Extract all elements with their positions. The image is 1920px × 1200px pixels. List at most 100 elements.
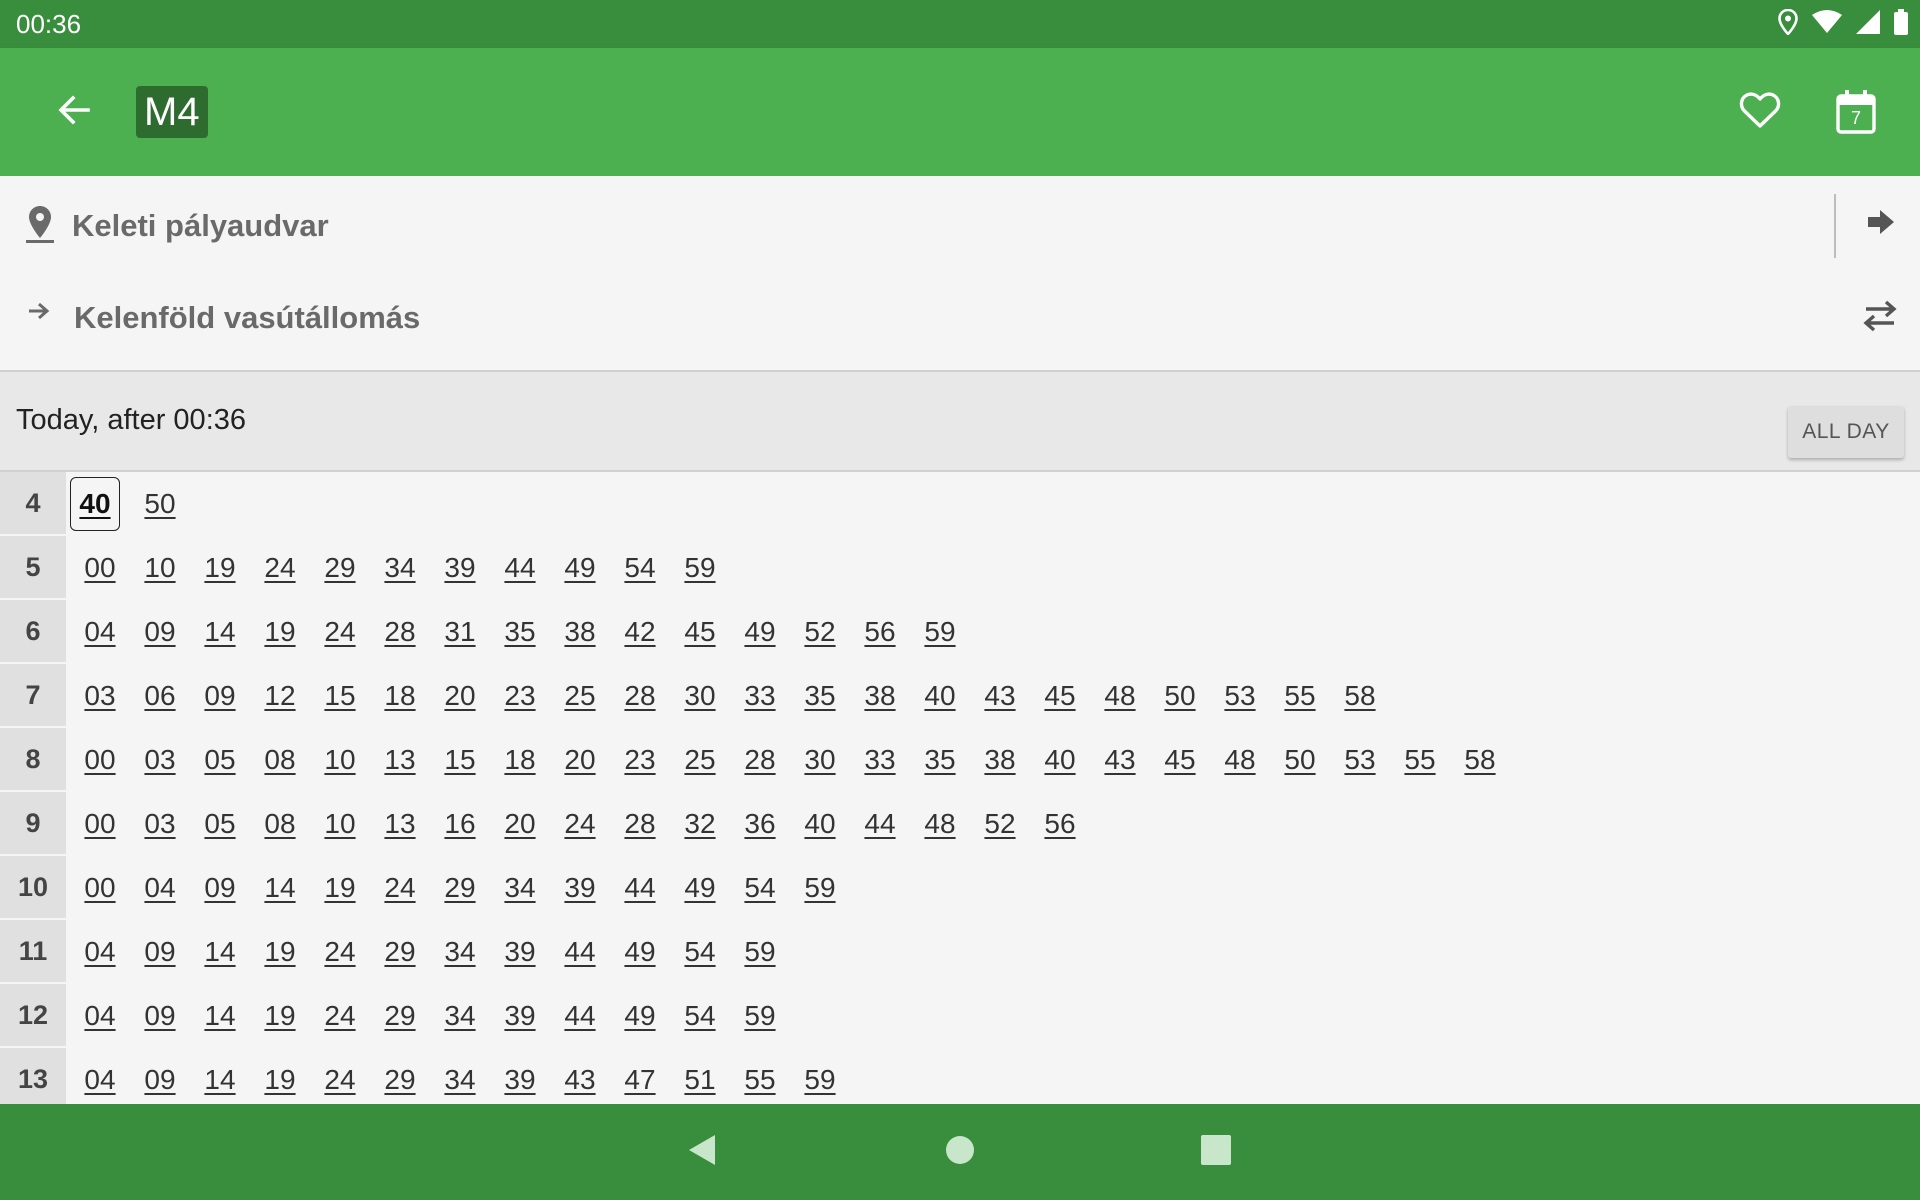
departure-minute[interactable]: 29 [370, 1054, 430, 1104]
departure-minute[interactable]: 36 [730, 798, 790, 850]
departure-minute[interactable]: 19 [190, 542, 250, 594]
departure-minute[interactable]: 49 [730, 606, 790, 658]
departure-minute[interactable]: 19 [250, 606, 310, 658]
departure-minute[interactable]: 54 [730, 862, 790, 914]
departure-minute[interactable]: 09 [130, 1054, 190, 1104]
departure-minute[interactable]: 16 [430, 798, 490, 850]
departure-minute[interactable]: 49 [670, 862, 730, 914]
departure-minute[interactable]: 08 [250, 798, 310, 850]
departure-minute[interactable]: 56 [1030, 798, 1090, 850]
departure-minute[interactable]: 43 [970, 670, 1030, 722]
departure-minute[interactable]: 39 [490, 1054, 550, 1104]
departure-minute[interactable]: 04 [70, 606, 130, 658]
departure-minute[interactable]: 09 [130, 606, 190, 658]
departure-minute[interactable]: 51 [670, 1054, 730, 1104]
departure-minute[interactable]: 50 [1270, 734, 1330, 786]
departure-minute[interactable]: 43 [1090, 734, 1150, 786]
departure-minute[interactable]: 38 [850, 670, 910, 722]
departure-minute[interactable]: 50 [1150, 670, 1210, 722]
departure-minute[interactable]: 49 [610, 990, 670, 1042]
departure-minute[interactable]: 35 [910, 734, 970, 786]
departure-minute[interactable]: 14 [250, 862, 310, 914]
departure-minute[interactable]: 04 [130, 862, 190, 914]
departure-minute[interactable]: 45 [1150, 734, 1210, 786]
departure-minute[interactable]: 09 [190, 862, 250, 914]
departure-minute[interactable]: 58 [1450, 734, 1510, 786]
departure-minute[interactable]: 49 [610, 926, 670, 978]
departure-minute[interactable]: 06 [130, 670, 190, 722]
departure-minute[interactable]: 30 [670, 670, 730, 722]
departure-minute[interactable]: 59 [790, 862, 850, 914]
departure-minute[interactable]: 03 [130, 798, 190, 850]
departure-minute[interactable]: 09 [130, 926, 190, 978]
departure-minute[interactable]: 14 [190, 606, 250, 658]
departure-minute[interactable]: 04 [70, 926, 130, 978]
departure-minute[interactable]: 24 [250, 542, 310, 594]
departure-minute[interactable]: 47 [610, 1054, 670, 1104]
departure-minute[interactable]: 54 [610, 542, 670, 594]
departure-minute[interactable]: 23 [490, 670, 550, 722]
departure-minute[interactable]: 24 [310, 926, 370, 978]
departure-minute[interactable]: 55 [1390, 734, 1450, 786]
departure-minute[interactable]: 44 [850, 798, 910, 850]
nav-home-button[interactable] [932, 1124, 988, 1180]
departure-minute[interactable]: 29 [310, 542, 370, 594]
departure-minute[interactable]: 05 [190, 798, 250, 850]
departure-minute[interactable]: 09 [190, 670, 250, 722]
departure-minute[interactable]: 59 [670, 542, 730, 594]
departure-minute[interactable]: 34 [490, 862, 550, 914]
departure-minute[interactable]: 44 [610, 862, 670, 914]
departure-minute[interactable]: 59 [730, 926, 790, 978]
departure-minute[interactable]: 43 [550, 1054, 610, 1104]
departure-minute[interactable]: 42 [610, 606, 670, 658]
nav-recents-button[interactable] [1188, 1124, 1244, 1180]
departure-minute[interactable]: 40 [910, 670, 970, 722]
departure-minute[interactable]: 28 [370, 606, 430, 658]
nav-back-button[interactable] [674, 1124, 730, 1180]
departure-minute[interactable]: 14 [190, 990, 250, 1042]
departure-minute[interactable]: 14 [190, 926, 250, 978]
departure-minute[interactable]: 00 [70, 862, 130, 914]
calendar-button[interactable]: 7 [1830, 84, 1882, 140]
departure-minute[interactable]: 32 [670, 798, 730, 850]
departure-minute[interactable]: 10 [130, 542, 190, 594]
departure-minute[interactable]: 50 [130, 478, 190, 530]
departure-minute[interactable]: 59 [790, 1054, 850, 1104]
departure-minute[interactable]: 19 [250, 926, 310, 978]
departure-minute[interactable]: 40 [1030, 734, 1090, 786]
departure-minute[interactable]: 20 [550, 734, 610, 786]
departure-minute[interactable]: 39 [550, 862, 610, 914]
departure-minute[interactable]: 33 [850, 734, 910, 786]
swap-direction-button[interactable] [1856, 294, 1904, 342]
departure-minute[interactable]: 38 [550, 606, 610, 658]
departure-minute[interactable]: 33 [730, 670, 790, 722]
back-button[interactable] [48, 86, 100, 138]
departure-minute[interactable]: 44 [550, 926, 610, 978]
departure-minute[interactable]: 00 [70, 734, 130, 786]
departure-minute[interactable]: 19 [310, 862, 370, 914]
departure-minute[interactable]: 39 [490, 926, 550, 978]
departure-minute[interactable]: 31 [430, 606, 490, 658]
departure-minute[interactable]: 24 [310, 606, 370, 658]
departure-minute[interactable]: 56 [850, 606, 910, 658]
departure-minute[interactable]: 30 [790, 734, 850, 786]
departure-minute[interactable]: 55 [730, 1054, 790, 1104]
departure-minute[interactable]: 04 [70, 990, 130, 1042]
departure-minute[interactable]: 19 [250, 1054, 310, 1104]
departure-minute[interactable]: 44 [490, 542, 550, 594]
departure-minute[interactable]: 19 [250, 990, 310, 1042]
departure-minute[interactable]: 24 [370, 862, 430, 914]
departure-minute[interactable]: 15 [310, 670, 370, 722]
departure-minute[interactable]: 25 [550, 670, 610, 722]
departure-minute[interactable]: 10 [310, 798, 370, 850]
departure-minute[interactable]: 23 [610, 734, 670, 786]
departure-minute[interactable]: 54 [670, 990, 730, 1042]
departure-minute[interactable]: 53 [1210, 670, 1270, 722]
from-stop-row[interactable]: Keleti pályaudvar [0, 176, 1920, 270]
departure-minute[interactable]: 59 [910, 606, 970, 658]
departure-minute[interactable]: 08 [250, 734, 310, 786]
departure-minute[interactable]: 39 [490, 990, 550, 1042]
favorite-button[interactable] [1734, 86, 1786, 138]
to-stop-row[interactable]: Kelenföld vasútállomás [0, 270, 1920, 364]
go-to-stop-button[interactable] [1862, 202, 1900, 246]
